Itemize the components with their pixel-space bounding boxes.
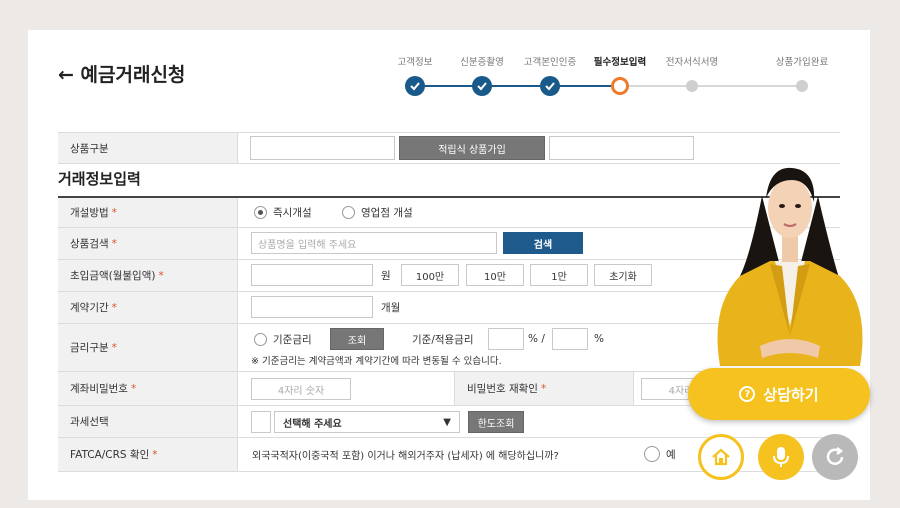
step-line-done <box>415 85 620 87</box>
rate-base-label: 기준금리 <box>273 333 312 346</box>
rate-pct1: % / <box>528 333 545 345</box>
search-label-text: 상품검색 <box>70 238 109 250</box>
method-label-text: 개설방법 <box>70 207 109 219</box>
add-100k-button[interactable]: 10만 <box>466 264 524 286</box>
period-label: 계약기간 * <box>58 292 238 323</box>
step-5-label: 전자서식서명 <box>665 57 719 68</box>
home-icon <box>712 448 730 466</box>
period-label-text: 계약기간 <box>70 302 109 314</box>
radio-icon[interactable] <box>342 205 355 219</box>
product-label: 상품구분 <box>58 133 238 163</box>
password-label-text: 계좌비밀번호 <box>70 383 128 395</box>
rate-base-option[interactable]: 기준금리 <box>254 328 312 350</box>
radio-checked-icon[interactable] <box>254 205 267 219</box>
deposit-label-text: 초입금액(월불입액) <box>70 270 156 282</box>
rate-label: 금리구분 * <box>58 324 238 371</box>
product-installment-button[interactable]: 적립식 상품가입 <box>399 136 545 160</box>
check-icon <box>472 76 492 96</box>
check-icon <box>540 76 560 96</box>
pending-step-icon <box>796 80 808 92</box>
password-label: 계좌비밀번호 * <box>58 372 238 405</box>
fatca-yes[interactable]: 예 <box>644 443 676 465</box>
rate-label-text: 금리구분 <box>70 342 109 354</box>
deposit-amount-input[interactable] <box>251 264 373 286</box>
mic-button[interactable] <box>758 434 804 480</box>
rate-base-input[interactable] <box>488 328 524 350</box>
period-input[interactable] <box>251 296 373 318</box>
assistant-avatar <box>717 167 863 366</box>
password-input[interactable]: 4자리 숫자 <box>251 378 351 400</box>
limit-lookup-button[interactable]: 한도조회 <box>468 411 524 433</box>
step-6-label: 상품가입완료 <box>775 57 829 68</box>
current-step-icon <box>611 77 629 95</box>
fatca-label: FATCA/CRS 확인 * <box>58 438 238 471</box>
method-immediate-label: 즉시개설 <box>273 206 312 219</box>
section-title: 거래정보입력 <box>58 170 141 188</box>
method-branch-label: 영업점 개설 <box>361 206 413 219</box>
tax-select[interactable]: 선택해 주세요 ▼ <box>274 411 460 433</box>
method-immediate[interactable]: 즉시개설 <box>254 201 312 223</box>
progress-steps: 고객정보 신분증촬영 고객본인인증 필수정보입력 전자서식서명 상품가입완료 <box>380 54 850 104</box>
search-button[interactable]: 검색 <box>503 232 583 254</box>
consult-button[interactable]: ? 상담하기 <box>688 368 870 420</box>
add-10k-button[interactable]: 1만 <box>530 264 588 286</box>
add-1m-button[interactable]: 100만 <box>401 264 459 286</box>
step-line-todo <box>620 85 805 87</box>
password-confirm-label: 비밀번호 재확인 * <box>454 372 634 405</box>
rate-pct2: % <box>594 333 604 345</box>
product-field-left[interactable] <box>250 136 395 160</box>
search-input[interactable]: 상품명을 입력해 주세요 <box>251 232 497 254</box>
microphone-icon <box>773 447 789 467</box>
fatca-question: 외국국적자(이중국적 포함) 이거나 해외거주자 (납세자) 에 해당하십니까? <box>252 450 559 462</box>
check-icon <box>405 76 425 96</box>
tax-code-field[interactable] <box>251 411 271 433</box>
tax-label: 과세선택 <box>58 406 238 437</box>
dropdown-arrow-icon: ▼ <box>443 416 451 428</box>
rate-lookup-button[interactable]: 조회 <box>330 328 384 350</box>
consult-label: 상담하기 <box>763 385 819 404</box>
fatca-yes-label: 예 <box>666 448 676 461</box>
radio-icon[interactable] <box>644 446 660 462</box>
deposit-label: 초입금액(월불입액) * <box>58 260 238 291</box>
rate-note: ※ 기준금리는 계약금액과 계약기간에 따라 변동될 수 있습니다. <box>251 356 502 367</box>
home-button[interactable] <box>698 434 744 480</box>
page-title[interactable]: ← 예금거래신청 <box>58 60 185 87</box>
search-label: 상품검색 * <box>58 228 238 259</box>
fatca-label-text: FATCA/CRS 확인 <box>70 449 150 461</box>
method-label: 개설방법 * <box>58 198 238 227</box>
rate-applied-input[interactable] <box>552 328 588 350</box>
question-icon: ? <box>739 386 756 402</box>
refresh-icon <box>826 447 844 465</box>
deposit-unit: 원 <box>381 269 391 282</box>
period-unit: 개월 <box>381 301 401 314</box>
method-branch[interactable]: 영업점 개설 <box>342 201 413 223</box>
radio-icon[interactable] <box>254 332 267 346</box>
refresh-button[interactable] <box>812 434 858 480</box>
password-confirm-label-text: 비밀번호 재확인 <box>467 383 538 395</box>
tax-select-value: 선택해 주세요 <box>283 418 342 430</box>
reset-amount-button[interactable]: 초기화 <box>594 264 652 286</box>
product-field-right[interactable] <box>549 136 694 160</box>
rate-applied-label: 기준/적용금리 <box>412 333 474 346</box>
pending-step-icon <box>686 80 698 92</box>
